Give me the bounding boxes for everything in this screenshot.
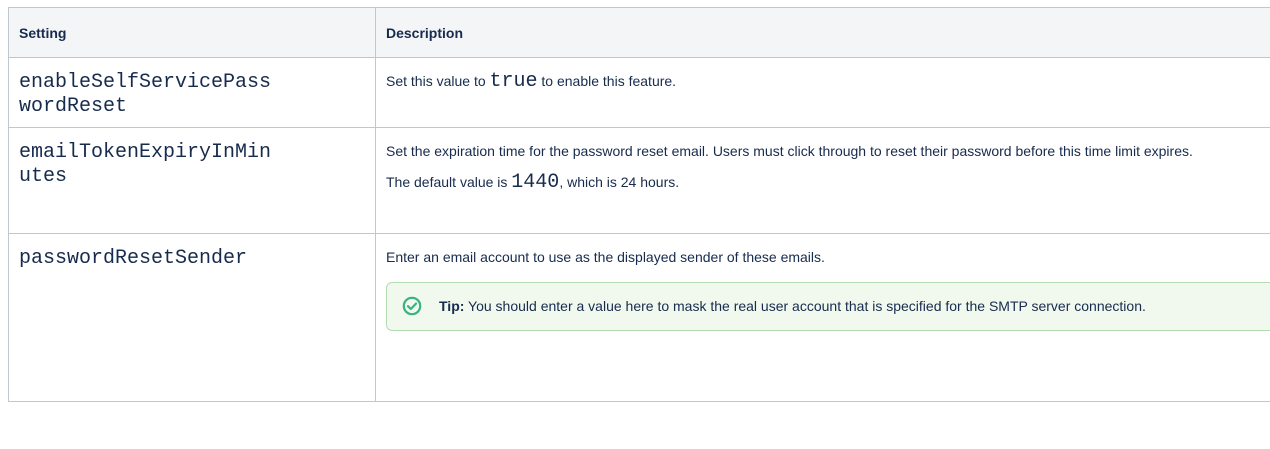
inline-code-value: 1440 — [511, 171, 560, 194]
setting-name-line: wordReset — [19, 95, 128, 118]
setting-description-cell: Set this value to true to enable this fe… — [375, 57, 1270, 128]
setting-name-line: emailTokenExpiryInMin — [19, 141, 272, 164]
tip-text: You should enter a value here to mask th… — [464, 298, 1146, 314]
setting-name-cell: enableSelfServicePass wordReset — [8, 57, 376, 128]
setting-name-cell: passwordResetSender — [8, 233, 376, 402]
description-paragraph: The default value is 1440, which is 24 h… — [386, 172, 1260, 193]
setting-name-line: passwordResetSender — [19, 247, 248, 270]
settings-table: Setting Description enableSelfServicePas… — [8, 7, 1270, 402]
description-text: Set this value to — [386, 73, 490, 89]
description-paragraph: Enter an email account to use as the dis… — [386, 249, 825, 265]
description-paragraph: Set this value to true to enable this fe… — [386, 71, 1260, 92]
tip-label: Tip: — [439, 298, 465, 314]
column-header-description: Description — [375, 7, 1270, 58]
description-text: The default value is — [386, 174, 512, 190]
setting-description-cell: Enter an email account to use as the dis… — [375, 233, 1270, 402]
setting-name-cell: emailTokenExpiryInMin utes — [8, 127, 376, 234]
table-row: emailTokenExpiryInMin utes Set the expir… — [8, 127, 1270, 234]
setting-name-line: utes — [19, 165, 68, 188]
table-row: enableSelfServicePass wordReset Set this… — [8, 57, 1270, 128]
description-text: to enable this feature. — [537, 73, 677, 89]
tip-panel: Tip: You should enter a value here to ma… — [386, 282, 1270, 331]
table-row: passwordResetSender Enter an email accou… — [8, 233, 1270, 402]
setting-description-cell: Set the expiration time for the password… — [375, 127, 1270, 234]
inline-code-value: true — [489, 70, 538, 93]
description-paragraph: Set the expiration time for the password… — [386, 143, 1193, 159]
setting-name-line: enableSelfServicePass — [19, 71, 272, 94]
check-circle-icon — [402, 296, 422, 316]
table-header-row: Setting Description — [8, 7, 1270, 58]
column-header-setting: Setting — [8, 7, 376, 58]
description-text: , which is 24 hours. — [559, 174, 680, 190]
